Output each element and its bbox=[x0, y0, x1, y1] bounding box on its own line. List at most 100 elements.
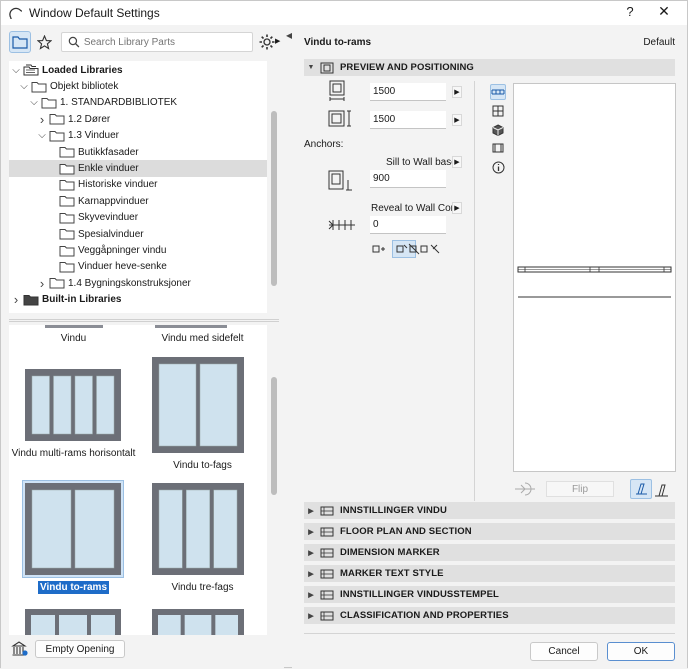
height-input[interactable]: 1500 bbox=[370, 111, 446, 129]
sill-anchor-options-button[interactable]: ▶ bbox=[452, 156, 462, 168]
tree-item[interactable]: Karnappvinduer bbox=[9, 193, 267, 209]
reveal-icon bbox=[328, 220, 355, 230]
section-header[interactable]: ▶ MARKER TEXT STYLE bbox=[304, 565, 675, 582]
gallery-scrollbar[interactable] bbox=[271, 325, 277, 635]
folder-icon bbox=[31, 81, 47, 93]
dimension-section-icon bbox=[320, 548, 334, 557]
panel-splitter[interactable] bbox=[9, 319, 279, 322]
folder-icon bbox=[49, 114, 65, 125]
window-thumbnail[interactable] bbox=[25, 369, 121, 441]
cancel-button[interactable]: Cancel bbox=[530, 642, 598, 661]
info-icon bbox=[492, 161, 504, 173]
window-thumbnail-partial[interactable] bbox=[25, 609, 121, 635]
gear-menu-arrow-icon[interactable]: ▶ bbox=[275, 37, 280, 45]
empty-opening-button[interactable]: Empty Opening bbox=[35, 640, 125, 658]
reveal-anchor-options-button[interactable]: ▶ bbox=[452, 202, 462, 214]
mirror-right-icon[interactable] bbox=[654, 483, 670, 497]
window-elevation-icon bbox=[492, 105, 504, 117]
gallery-item-label[interactable]: Vindu med sidefelt bbox=[138, 333, 267, 344]
ok-button[interactable]: OK bbox=[607, 642, 675, 661]
reveal-mode-3-icon[interactable] bbox=[408, 243, 420, 255]
window-thumbnail[interactable] bbox=[25, 483, 121, 575]
sill-input[interactable]: 900 bbox=[370, 170, 446, 188]
info-button[interactable] bbox=[490, 159, 506, 175]
search-input[interactable] bbox=[83, 36, 252, 48]
search-field[interactable] bbox=[61, 32, 253, 52]
elevation-view-button[interactable] bbox=[490, 103, 506, 119]
chevron-down-icon[interactable]: ⌵ bbox=[19, 81, 29, 92]
reveal-mode-4-icon[interactable] bbox=[420, 243, 430, 255]
section-header-label: FLOOR PLAN AND SECTION bbox=[340, 526, 472, 537]
tree-item-label: Vinduer heve-senke bbox=[78, 261, 167, 273]
tree-item[interactable]: › 1.4 Bygningskonstruksjoner bbox=[9, 275, 267, 291]
reveal-input[interactable]: 0 bbox=[370, 216, 446, 234]
close-button[interactable]: ✕ bbox=[655, 3, 673, 20]
3d-view-button[interactable] bbox=[490, 122, 506, 138]
tree-item[interactable]: ⌵ Loaded Libraries bbox=[9, 62, 267, 78]
tree-item[interactable]: › 1.2 Dører bbox=[9, 111, 267, 127]
gallery-thumbnail-partial[interactable] bbox=[45, 325, 103, 328]
section-header[interactable]: ▶ DIMENSION MARKER bbox=[304, 544, 675, 561]
tree-scrollbar-thumb[interactable] bbox=[271, 111, 277, 286]
gallery-item-label[interactable]: Vindu multi-rams horisontalt bbox=[9, 448, 138, 459]
width-input[interactable]: 1500 bbox=[370, 83, 446, 101]
section-header-label: INNSTILLINGER VINDU bbox=[340, 505, 447, 516]
tree-item[interactable]: Spesialvinduer bbox=[9, 226, 267, 242]
mirror-left-button[interactable] bbox=[630, 479, 652, 499]
tree-item[interactable]: Enkle vinduer bbox=[9, 160, 267, 177]
tree-item-label: 1.3 Vinduer bbox=[68, 130, 119, 142]
gallery-item-label[interactable]: Vindu bbox=[9, 333, 138, 344]
tree-item[interactable]: Veggåpninger vindu bbox=[9, 242, 267, 258]
tree-item[interactable]: ⌵ Objekt bibliotek bbox=[9, 78, 267, 94]
tree-item[interactable]: Butikkfasader bbox=[9, 144, 267, 160]
preview-divider bbox=[474, 81, 475, 501]
tree-item[interactable]: ⌵ 1.3 Vinduer bbox=[9, 128, 267, 144]
section-preview-positioning[interactable]: ▼ PREVIEW AND POSITIONING bbox=[304, 59, 675, 76]
floor-plan-view-button[interactable] bbox=[490, 84, 506, 100]
pane-divider[interactable]: ◀ bbox=[284, 25, 292, 669]
tree-item[interactable]: ⌵ 1. STANDARDBIBLIOTEK bbox=[9, 95, 267, 111]
window-thumbnail[interactable] bbox=[152, 357, 244, 453]
help-button[interactable]: ? bbox=[621, 4, 639, 19]
tree-item[interactable]: Skyvevinduer bbox=[9, 210, 267, 226]
tree-item[interactable]: Historiske vinduer bbox=[9, 177, 267, 193]
section-header-label: INNSTILLINGER VINDUSSTEMPEL bbox=[340, 589, 499, 600]
chevron-right-icon[interactable]: › bbox=[11, 292, 21, 307]
gallery-item-label[interactable]: Vindu tre-fags bbox=[138, 582, 267, 593]
tree-item[interactable]: › Built-in Libraries bbox=[9, 292, 267, 308]
chevron-right-icon[interactable]: › bbox=[37, 276, 47, 291]
tree-item[interactable]: Vinduer heve-senke bbox=[9, 259, 267, 275]
reveal-mode-2-icon[interactable] bbox=[396, 243, 408, 255]
window-thumbnail-partial[interactable] bbox=[152, 609, 244, 635]
classification-section-icon bbox=[320, 611, 334, 620]
chevron-right-icon[interactable]: › bbox=[37, 112, 47, 127]
window-thumbnail[interactable] bbox=[152, 483, 244, 575]
folder-view-button[interactable] bbox=[9, 31, 31, 53]
library-manager-icon[interactable] bbox=[11, 641, 29, 657]
section-header[interactable]: ▶ INNSTILLINGER VINDU bbox=[304, 502, 675, 519]
gallery-item-label[interactable]: Vindu to-fags bbox=[138, 460, 267, 471]
tree-item-label: Spesialvinduer bbox=[78, 228, 144, 240]
flip-button[interactable]: Flip bbox=[546, 481, 614, 497]
tree-item-label: 1.2 Dører bbox=[68, 113, 111, 125]
chevron-down-icon[interactable]: ⌵ bbox=[11, 65, 21, 76]
tree-scrollbar[interactable] bbox=[271, 61, 277, 313]
section-header[interactable]: ▶ CLASSIFICATION AND PROPERTIES bbox=[304, 607, 675, 624]
expanded-triangle-icon: ▼ bbox=[307, 64, 315, 71]
gallery-thumbnail-partial[interactable] bbox=[155, 325, 227, 328]
tree-item-label: Objekt bibliotek bbox=[50, 81, 119, 93]
gear-icon[interactable] bbox=[258, 33, 276, 51]
gallery-scrollbar-thumb[interactable] bbox=[271, 377, 277, 495]
height-options-button[interactable]: ▶ bbox=[452, 114, 462, 126]
folder-icon bbox=[12, 36, 28, 49]
gallery-item-label[interactable]: Vindu to-rams bbox=[9, 581, 138, 594]
section-header[interactable]: ▶ INNSTILLINGER VINDUSSTEMPEL bbox=[304, 586, 675, 603]
reveal-mode-5-icon[interactable] bbox=[430, 243, 440, 255]
chevron-down-icon[interactable]: ⌵ bbox=[37, 130, 47, 141]
chevron-down-icon[interactable]: ⌵ bbox=[29, 97, 39, 108]
reveal-mode-1-icon[interactable] bbox=[372, 243, 386, 255]
section-header[interactable]: ▶ FLOOR PLAN AND SECTION bbox=[304, 523, 675, 540]
width-options-button[interactable]: ▶ bbox=[452, 86, 462, 98]
section-view-button[interactable] bbox=[490, 140, 506, 156]
favorites-button[interactable] bbox=[33, 31, 55, 53]
